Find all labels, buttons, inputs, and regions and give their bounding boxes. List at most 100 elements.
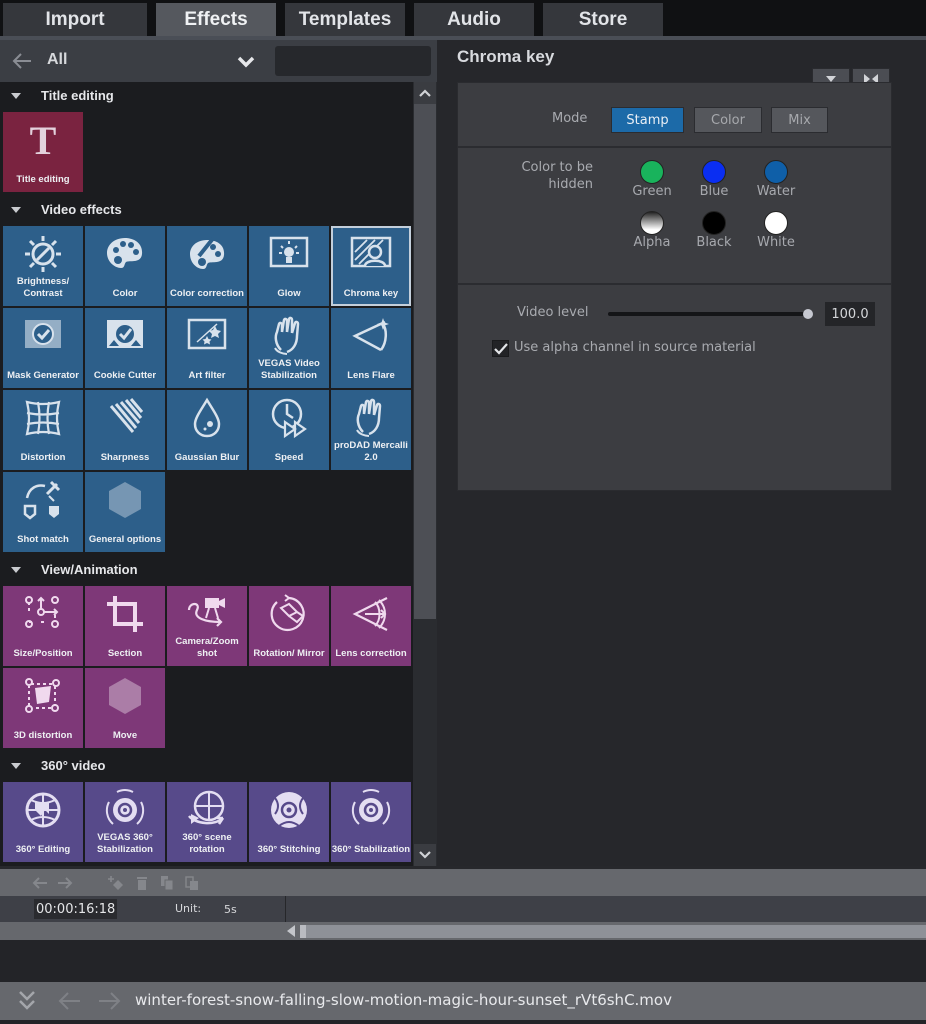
effect-tile[interactable]: Shot match (3, 472, 83, 552)
section-header[interactable]: Video effects (0, 196, 413, 224)
effect-tile[interactable]: Gaussian Blur (167, 390, 247, 470)
effect-tile[interactable]: Art filter (167, 308, 247, 388)
effect-tile[interactable]: 360° scene rotation (167, 782, 247, 862)
effect-tile[interactable]: Rotation/ Mirror (249, 586, 329, 666)
effect-tile[interactable]: Color (85, 226, 165, 306)
effect-tile[interactable]: VEGAS Video Stabilization (249, 308, 329, 388)
scrollbar-thumb[interactable] (414, 104, 436, 619)
scroll-down-button[interactable] (414, 844, 436, 866)
redo-arrow-icon[interactable] (56, 874, 74, 892)
search-input[interactable] (275, 46, 431, 76)
copy-icon[interactable] (158, 874, 176, 892)
section-header[interactable]: Title editing (0, 82, 413, 110)
collapse-double-chevron-icon[interactable] (15, 990, 39, 1012)
effect-tile[interactable]: Size/Position (3, 586, 83, 666)
timeline-tracks[interactable] (0, 940, 926, 982)
effects-list: Title editing T Title editing Video effects… (0, 82, 413, 866)
section-header[interactable]: View/Animation (0, 556, 413, 584)
status-bar: winter-forest-snow-falling-slow-motion-m… (0, 982, 926, 1020)
back-arrow-icon[interactable] (10, 49, 34, 73)
camera-path-icon (185, 592, 229, 636)
category-filter[interactable]: All (47, 51, 67, 69)
video-level-input[interactable]: 100.0 (825, 302, 875, 326)
back-arrow-icon[interactable] (57, 990, 81, 1012)
effect-tile[interactable]: Sharpness (85, 390, 165, 470)
swatch-white[interactable] (764, 211, 788, 235)
mode-label: Mode (552, 111, 588, 126)
swatch-green[interactable] (640, 160, 664, 184)
video-level-slider[interactable] (608, 309, 813, 319)
section-header[interactable]: 360° video (0, 752, 413, 780)
effect-tile[interactable]: 360° Stabilization (331, 782, 411, 862)
collapse-triangle-icon[interactable] (11, 93, 21, 99)
undo-arrow-icon[interactable] (31, 874, 49, 892)
effect-tile[interactable]: Section (85, 586, 165, 666)
add-keyframe-icon[interactable] (107, 874, 125, 892)
globe-icon (21, 788, 65, 832)
mode-color-button[interactable]: Color (694, 107, 762, 133)
lightbulb-icon (267, 232, 311, 276)
time-ruler[interactable] (285, 896, 926, 922)
effect-tile[interactable]: 360° Stitching (249, 782, 329, 862)
effect-tile[interactable]: Cookie Cutter (85, 308, 165, 388)
effect-tile[interactable]: Chroma key (331, 226, 411, 306)
effect-tile-label: Mask Generator (7, 370, 79, 381)
video-level-label: Video level (517, 305, 589, 320)
mode-mix-button[interactable]: Mix (771, 107, 828, 133)
alpha-channel-checkbox[interactable] (492, 340, 509, 357)
collapse-triangle-icon[interactable] (11, 207, 21, 213)
tab-effects[interactable]: Effects (156, 3, 276, 36)
effect-tile[interactable]: 3D distortion (3, 668, 83, 748)
swatch-green-label: Green (632, 184, 672, 199)
effect-tile[interactable]: T Title editing (3, 112, 83, 192)
swatch-blue[interactable] (702, 160, 726, 184)
effect-tile[interactable]: VEGAS 360° Stabilization (85, 782, 165, 862)
effect-tile[interactable]: Color correction (167, 226, 247, 306)
effect-tile[interactable]: Camera/Zoom shot (167, 586, 247, 666)
sharpness-icon (103, 396, 147, 440)
paste-icon[interactable] (183, 874, 201, 892)
effect-tile[interactable]: Move (85, 668, 165, 748)
tab-store[interactable]: Store (543, 3, 663, 36)
swatch-white-label: White (757, 235, 795, 250)
effect-tile-label: Title editing (16, 174, 70, 185)
effect-tile-label: Rotation/ Mirror (253, 648, 325, 659)
swatch-water[interactable] (764, 160, 788, 184)
tab-templates[interactable]: Templates (285, 3, 405, 36)
collapse-triangle-icon[interactable] (11, 567, 21, 573)
forward-arrow-icon[interactable] (98, 990, 122, 1012)
unit-value[interactable]: 5s (224, 903, 237, 916)
effect-tile[interactable]: Lens Flare (331, 308, 411, 388)
trash-icon[interactable] (133, 874, 151, 892)
effect-tile-label: VEGAS Video Stabilization (258, 358, 320, 381)
effect-tile[interactable]: Brightness/ Contrast (3, 226, 83, 306)
effect-tile[interactable]: proDAD Mercalli 2.0 (331, 390, 411, 470)
timecode-display[interactable]: 00:00:16:18 (34, 899, 118, 919)
effect-tile[interactable]: Speed (249, 390, 329, 470)
swatch-black[interactable] (702, 211, 726, 235)
effect-tile[interactable]: General options (85, 472, 165, 552)
effect-tile[interactable]: Glow (249, 226, 329, 306)
main-tab-bar: Import Effects Templates Audio Store (0, 0, 926, 36)
scroll-up-button[interactable] (414, 82, 436, 104)
scroll-left-icon[interactable] (287, 925, 295, 937)
effect-tile-label: General options (88, 534, 162, 545)
effect-tile[interactable]: Lens correction (331, 586, 411, 666)
collapse-triangle-icon[interactable] (11, 763, 21, 769)
vertical-scrollbar[interactable] (413, 82, 437, 866)
mode-stamp-button[interactable]: Stamp (611, 107, 684, 133)
swatch-alpha[interactable] (640, 211, 664, 235)
horizontal-scrollbar[interactable] (0, 922, 926, 940)
effect-tile-label: Gaussian Blur (174, 452, 240, 463)
effect-tile[interactable]: 360° Editing (3, 782, 83, 862)
effect-tile[interactable]: Distortion (3, 390, 83, 470)
effect-tile[interactable]: Mask Generator (3, 308, 83, 388)
swatch-black-label: Black (696, 235, 732, 250)
slider-knob[interactable] (803, 309, 813, 319)
tab-audio[interactable]: Audio (414, 3, 534, 36)
chevron-down-icon[interactable] (236, 52, 256, 70)
effect-tile-label: Chroma key (343, 288, 399, 299)
tab-import[interactable]: Import (3, 3, 147, 36)
section-divider (458, 146, 891, 148)
horizontal-scroll-thumb[interactable] (300, 925, 926, 938)
